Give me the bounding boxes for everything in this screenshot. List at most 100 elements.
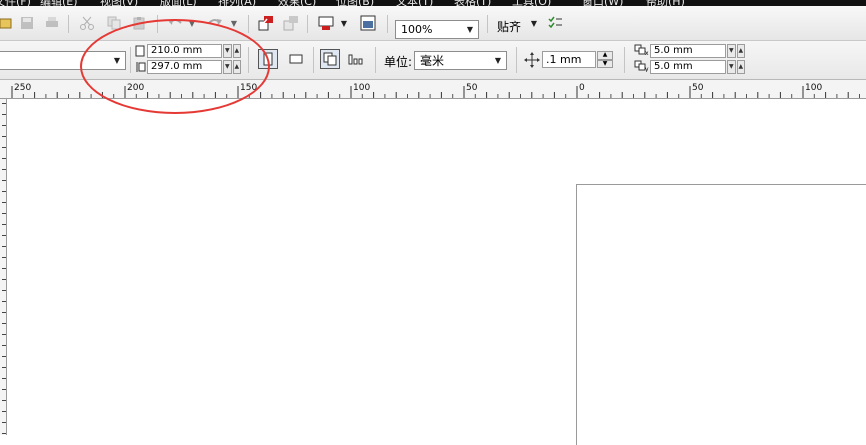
toolbar-separator [307, 15, 308, 33]
duplicate-y-spinner[interactable]: ▼ ▲ [727, 60, 745, 74]
vertical-ruler-tick [2, 400, 6, 401]
chevron-down-icon: ▼ [466, 25, 474, 34]
vertical-ruler-tick [2, 345, 6, 346]
units-label: 单位: [384, 55, 413, 69]
snap-dropdown[interactable]: ▼ [528, 13, 540, 33]
current-page-icon [348, 54, 363, 65]
chevron-down-icon: ▼ [494, 56, 502, 65]
welcome-screen-icon [360, 15, 376, 31]
spin-down-icon: ▼ [597, 59, 613, 68]
spin-up-icon: ▲ [736, 44, 745, 58]
ruler-tick-label: 100 [805, 83, 822, 93]
nudge-spinner[interactable]: ▲ ▼ [597, 51, 613, 68]
vertical-ruler-tick [2, 180, 6, 181]
toolbar-separator [313, 47, 314, 73]
vertical-ruler-tick [2, 290, 6, 291]
open-icon [0, 18, 12, 29]
all-pages-button[interactable] [320, 49, 340, 69]
import-button[interactable] [256, 13, 276, 33]
zoom-value: 100% [401, 23, 433, 36]
spin-down-icon: ▼ [727, 44, 736, 58]
landscape-button[interactable] [286, 49, 306, 69]
svg-text:x: x [645, 50, 649, 56]
vertical-ruler-tick [2, 323, 6, 324]
vertical-ruler-tick [2, 389, 6, 390]
vertical-ruler-tick [2, 202, 6, 203]
vertical-ruler-tick [2, 158, 6, 159]
spin-up-icon: ▲ [597, 51, 613, 60]
duplicate-y-icon: y [634, 60, 649, 72]
landscape-icon [289, 54, 303, 64]
open-button[interactable] [0, 13, 16, 33]
units-select[interactable]: 毫米 ▼ [414, 51, 507, 70]
save-button[interactable] [17, 13, 37, 33]
duplicate-x-spinner[interactable]: ▼ ▲ [727, 44, 745, 58]
all-pages-icon [323, 52, 337, 66]
vertical-ruler-tick [2, 433, 6, 434]
vertical-ruler-tick [2, 246, 6, 247]
nudge-icon [524, 52, 540, 68]
welcome-screen-button[interactable] [358, 13, 378, 33]
print-icon [46, 17, 58, 27]
toolbar-separator [624, 47, 625, 73]
vertical-ruler-tick [2, 268, 6, 269]
vertical-ruler[interactable] [0, 99, 7, 435]
toolbar-separator [387, 15, 388, 33]
ruler-tick-label: 50 [692, 83, 704, 93]
vertical-ruler-tick [2, 213, 6, 214]
current-page-button[interactable] [346, 49, 366, 69]
vertical-ruler-tick [2, 367, 6, 368]
spin-down-icon: ▼ [727, 60, 736, 74]
vertical-ruler-tick [2, 191, 6, 192]
duplicate-x-icon: x [634, 44, 649, 56]
launcher-dropdown[interactable]: ▼ [338, 13, 350, 33]
launcher-icon [318, 16, 334, 30]
duplicate-distance-x-input[interactable]: 5.0 mm [650, 44, 726, 58]
checklist-icon [548, 16, 562, 29]
vertical-ruler-tick [2, 103, 6, 104]
vertical-ruler-tick [2, 147, 6, 148]
spin-up-icon: ▲ [736, 60, 745, 74]
units-value: 毫米 [420, 54, 445, 68]
ruler-tick-label: 0 [579, 83, 585, 93]
vertical-ruler-tick [2, 356, 6, 357]
page-border [576, 184, 866, 445]
vertical-ruler-tick [2, 301, 6, 302]
toolbar-separator [375, 47, 376, 73]
toolbar-separator [487, 15, 488, 33]
vertical-ruler-tick [2, 378, 6, 379]
vertical-ruler-tick [2, 169, 6, 170]
application-launcher-button[interactable] [316, 13, 336, 33]
snap-to-menu[interactable]: 贴齐 [497, 18, 521, 35]
zoom-select[interactable]: 100% ▼ [395, 20, 479, 39]
vertical-ruler-tick [2, 411, 6, 412]
ruler-tick-label: 250 [14, 83, 31, 93]
vertical-ruler-tick [2, 257, 6, 258]
vertical-ruler-tick [2, 125, 6, 126]
toolbar-separator [68, 15, 69, 33]
vertical-ruler-tick [2, 422, 6, 423]
scissors-icon [80, 16, 94, 30]
export-button[interactable] [281, 13, 301, 33]
duplicate-distance-y-input[interactable]: 5.0 mm [650, 60, 726, 74]
nudge-distance-input[interactable]: .1 mm [542, 51, 596, 68]
toolbar-separator [248, 15, 249, 33]
options-button[interactable] [545, 13, 565, 33]
vertical-ruler-tick [2, 235, 6, 236]
vertical-ruler-tick [2, 136, 6, 137]
save-icon [21, 17, 33, 29]
cut-button[interactable] [77, 13, 97, 33]
svg-text:y: y [645, 66, 649, 72]
vertical-ruler-tick [2, 334, 6, 335]
vertical-ruler-tick [2, 279, 6, 280]
export-icon [283, 16, 298, 31]
vertical-ruler-tick [2, 114, 6, 115]
vertical-ruler-tick [2, 312, 6, 313]
vertical-ruler-tick [2, 224, 6, 225]
toolbar-separator [516, 47, 517, 73]
print-button[interactable] [42, 13, 62, 33]
ruler-tick-label: 100 [353, 83, 370, 93]
annotation-circle [80, 19, 270, 114]
import-icon [258, 16, 273, 31]
ruler-tick-label: 50 [466, 83, 478, 93]
